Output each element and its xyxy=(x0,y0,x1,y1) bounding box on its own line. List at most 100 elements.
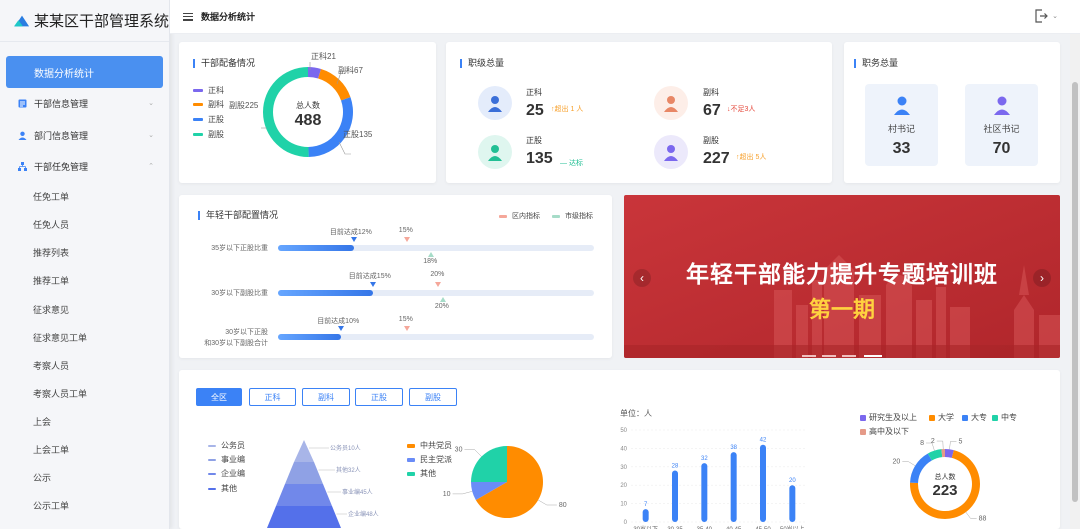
sidebar-sub-label: 上会 xyxy=(33,416,52,427)
sidebar-group-dept-info[interactable]: 部门信息管理 ⌄ xyxy=(0,121,170,149)
donut-center-total: 488 xyxy=(295,112,322,129)
chevron-down-icon: ⌄ xyxy=(148,100,154,107)
sidebar-sub-item[interactable]: 征求意见 xyxy=(0,295,170,323)
sidebar-sub-item[interactable]: 公示工单 xyxy=(0,491,170,519)
post-total-card: 职务总量 村书记 33 社区书记 70 xyxy=(844,42,1060,183)
sidebar-sub-item[interactable]: 上会 xyxy=(0,407,170,435)
sidebar-sub-item[interactable]: 考察人员工单 xyxy=(0,379,170,407)
officer-icon xyxy=(664,145,678,161)
tab-zhengke[interactable]: 正科 xyxy=(249,388,296,406)
sidebar-sub-item[interactable]: 征求意见工单 xyxy=(0,323,170,351)
card-title: 干部配备情况 xyxy=(193,59,255,68)
post-tile: 村书记 33 xyxy=(865,84,938,166)
y-tick-label: 50 xyxy=(620,428,627,434)
rank-delta: — 达标 xyxy=(560,160,583,167)
tab-fuke[interactable]: 副科 xyxy=(302,388,350,406)
tab-all[interactable]: 全区 xyxy=(196,388,242,406)
donut-center-label: 总人数 xyxy=(296,100,320,110)
district-marker-label: 20% xyxy=(430,271,445,278)
sidebar-sub-label: 上会工单 xyxy=(33,444,70,455)
card-title: 职务总量 xyxy=(854,59,898,68)
bar xyxy=(672,470,678,522)
cadre-donut-chart: 总人数 488 xyxy=(261,62,353,157)
carousel-next-button[interactable]: › xyxy=(1033,269,1051,287)
bar xyxy=(789,485,796,522)
banner-headline: 年轻干部能力提升专题培训班 xyxy=(686,261,998,287)
rank-name: 副股 xyxy=(703,136,719,145)
chevron-up-icon: ⌃ xyxy=(148,163,154,170)
sidebar-sub-label: 公示 xyxy=(33,472,52,483)
progress-fill xyxy=(278,290,373,296)
pie-value-label: 10 xyxy=(443,491,451,498)
avatar xyxy=(478,86,512,120)
post-value: 33 xyxy=(892,140,911,157)
legend-item: 其他 xyxy=(407,468,436,479)
legend-item: 其他 xyxy=(208,483,237,494)
current-marker xyxy=(369,282,376,287)
city-marker-label: 20% xyxy=(434,303,449,310)
scrollbar-thumb[interactable] xyxy=(1072,82,1078,502)
page-scrollbar[interactable] xyxy=(1070,34,1080,529)
post-name: 村书记 xyxy=(887,124,915,134)
sidebar-sub-label: 推荐工单 xyxy=(33,275,70,286)
donut-callout: 副科67 xyxy=(338,66,363,75)
tab-zhenggu[interactable]: 正股 xyxy=(355,388,403,406)
sidebar-sub-item[interactable]: 任免工单 xyxy=(0,182,170,210)
rank-value: 67 xyxy=(703,102,721,119)
sidebar-sub-item[interactable]: 任免人员 xyxy=(0,210,170,238)
org-chart-icon xyxy=(18,161,27,171)
sidebar-sub-item[interactable]: 公示 xyxy=(0,463,170,491)
sidebar-sub-item[interactable]: 考察人员 xyxy=(0,351,170,379)
legend-item: 研究生及以上 xyxy=(860,412,917,423)
sidebar-group-label: 干部任免管理 xyxy=(34,161,89,172)
bar-chart-unit: 单位：人 xyxy=(620,409,652,418)
officer-icon xyxy=(488,145,502,161)
donut-center-total: 223 xyxy=(932,482,957,499)
legend-item: 大专 xyxy=(962,412,987,423)
donut-callout: 副股225 xyxy=(229,101,259,110)
bar-row-label: 35岁以下正股比重 xyxy=(211,245,268,252)
sidebar-group-label: 干部信息管理 xyxy=(34,98,89,109)
pie-value-label: 80 xyxy=(559,502,567,509)
current-marker-label: 目前达成10% xyxy=(317,318,360,325)
current-marker-label: 目前达成12% xyxy=(329,229,372,236)
sidebar-sub-label: 推荐列表 xyxy=(33,247,70,258)
y-tick-label: 30 xyxy=(620,465,627,471)
bar-value-label: 42 xyxy=(760,438,767,444)
city-marker-label: 18% xyxy=(423,258,438,265)
bar-value-label: 20 xyxy=(789,478,796,484)
donut-leader xyxy=(936,440,944,450)
y-tick-label: 40 xyxy=(620,446,627,452)
x-tick-label: 50岁以上 xyxy=(780,525,805,529)
secretary-icon xyxy=(994,96,1010,115)
user-icon xyxy=(18,131,27,140)
chevron-down-icon[interactable]: ⌄ xyxy=(1052,12,1058,20)
sidebar-sub-item[interactable]: 推荐工单 xyxy=(0,266,170,294)
sidebar-item-data-analysis[interactable]: 数据分析统计 xyxy=(6,56,163,88)
sidebar-sub-item[interactable]: 上会工单 xyxy=(0,435,170,463)
avatar xyxy=(478,135,512,169)
funnel-segment xyxy=(276,484,332,506)
sidebar-group-appointment[interactable]: 干部任免管理 ⌃ xyxy=(0,152,170,180)
legend-item: 事业编 xyxy=(208,454,245,465)
training-banner[interactable]: 年轻干部能力提升专题培训班 第一期 ‹ › xyxy=(624,195,1060,358)
logout-icon[interactable] xyxy=(1034,9,1048,23)
menu-icon[interactable] xyxy=(183,12,193,21)
party-pie-chart: 80 10 30 xyxy=(443,446,567,518)
y-tick-label: 20 xyxy=(620,483,627,489)
sidebar-sub-label: 任免人员 xyxy=(33,219,70,230)
app-logo[interactable]: 某某区干部管理系统 xyxy=(0,0,169,42)
bar-value-label: 28 xyxy=(672,463,679,469)
bar xyxy=(701,463,708,522)
donut-leader xyxy=(902,461,916,466)
rank-value: 227 xyxy=(703,150,730,167)
sidebar-group-cadre-info[interactable]: 干部信息管理 ⌄ xyxy=(0,89,170,117)
district-marker xyxy=(403,326,410,331)
page-title: 数据分析统计 xyxy=(201,12,256,22)
city-marker xyxy=(439,297,446,302)
tab-fugu[interactable]: 副股 xyxy=(409,388,457,406)
bar-value-label: 7 xyxy=(644,502,648,508)
sidebar-sub-item[interactable]: 推荐列表 xyxy=(0,238,170,266)
carousel-prev-button[interactable]: ‹ xyxy=(633,269,651,287)
donut-callout: 正科21 xyxy=(311,52,336,61)
